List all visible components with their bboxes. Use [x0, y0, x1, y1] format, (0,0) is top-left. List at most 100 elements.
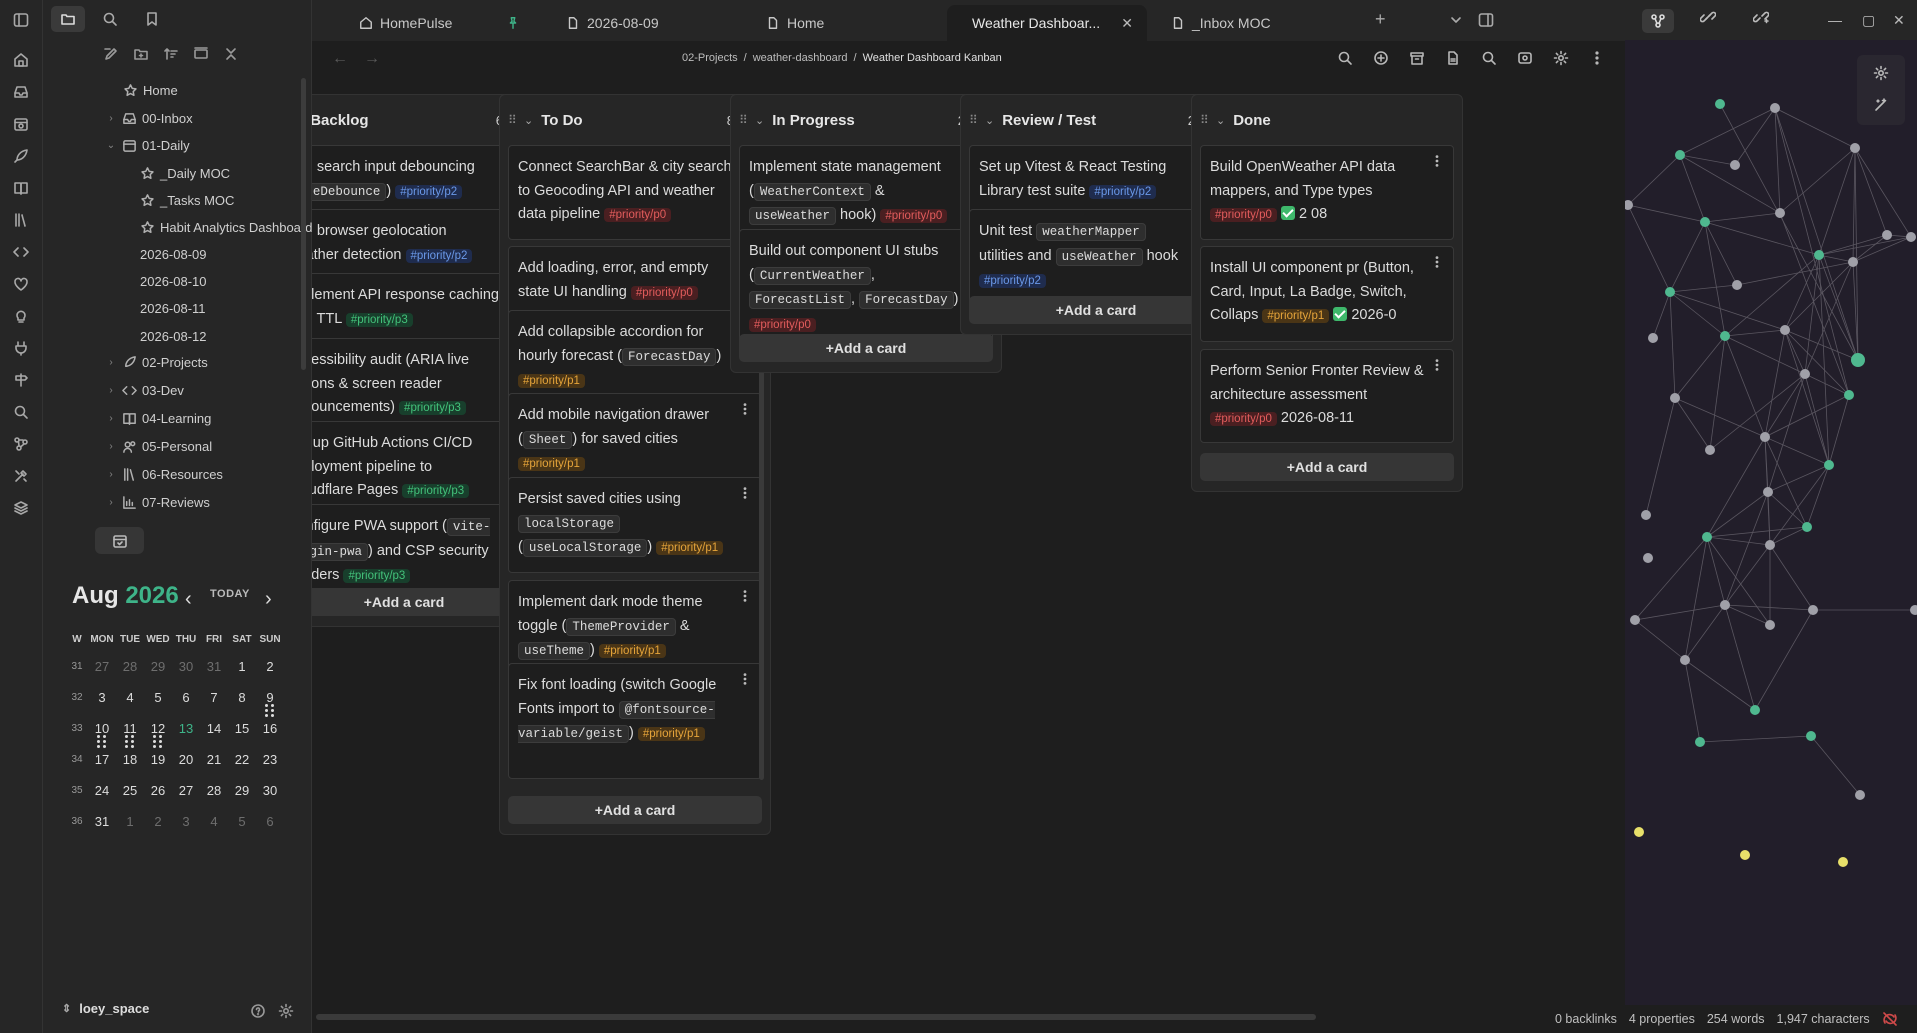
graph-node[interactable] — [1641, 510, 1651, 520]
markdown-view-icon[interactable] — [1445, 50, 1461, 66]
back-arrow-icon[interactable]: ← — [332, 50, 348, 68]
chevron-right-icon[interactable]: › — [105, 497, 117, 508]
kanban-card[interactable]: Unit test weatherMapper utilities and us… — [969, 209, 1223, 305]
calendar-view-button[interactable] — [95, 527, 144, 554]
auto-reveal-icon[interactable] — [193, 46, 209, 62]
search-icon[interactable] — [11, 402, 31, 422]
chevron-down-icon[interactable]: ⌄ — [105, 140, 117, 151]
graph-node[interactable] — [1750, 705, 1760, 715]
tree-item-01-daily[interactable]: ⌄ 01-Daily — [105, 134, 190, 156]
tab-list-chevron-icon[interactable] — [1448, 12, 1464, 28]
drag-handle-icon[interactable]: ⠿ — [508, 113, 520, 127]
drag-handle-icon[interactable]: ⠿ — [969, 113, 981, 127]
lane-header[interactable]: ⠿ ⌄ Done — [1192, 95, 1462, 145]
lane-title[interactable]: Backlog — [312, 112, 496, 129]
calendar-day[interactable]: 31 — [200, 659, 228, 674]
calendar-day[interactable]: 6 — [256, 814, 284, 829]
kanban-card[interactable]: Set up Vitest & React Testing Library te… — [969, 145, 1223, 215]
calendar-day[interactable]: 31 — [88, 814, 116, 829]
code-icon[interactable] — [11, 242, 31, 262]
add-card-button[interactable]: +Add a card — [739, 334, 993, 362]
card-more-icon[interactable] — [738, 486, 752, 500]
graph-node[interactable] — [1838, 857, 1848, 867]
priority-tag[interactable]: #priority/p2 — [405, 248, 473, 263]
chevron-right-icon[interactable]: › — [105, 113, 117, 124]
calendar-day[interactable]: 4 — [200, 814, 228, 829]
status-backlinks[interactable]: 0 backlinks — [1555, 1012, 1617, 1026]
kanban-card[interactable]: Connect SearchBar & city search to Geoco… — [508, 145, 762, 240]
kanban-card[interactable]: Implement dark mode theme toggle (ThemeP… — [508, 580, 762, 675]
graph-node[interactable] — [1648, 333, 1658, 343]
graph-node[interactable] — [1765, 540, 1775, 550]
calendar-clock-icon[interactable] — [11, 114, 31, 134]
graph-canvas[interactable] — [1625, 0, 1917, 1005]
drag-handle-icon[interactable]: ⠿ — [739, 113, 751, 127]
calendar-day[interactable]: 9 — [256, 690, 284, 717]
graph-node[interactable] — [1824, 460, 1834, 470]
lane-title[interactable]: To Do — [541, 112, 727, 129]
sidebar-scrollbar[interactable] — [301, 78, 306, 370]
add-card-button[interactable]: +Add a card — [508, 796, 762, 824]
calendar-day[interactable]: 30 — [172, 659, 200, 674]
tree-item-2026-08-12[interactable]: 2026-08-12 — [140, 325, 207, 347]
graph-node[interactable] — [1808, 605, 1818, 615]
tab-pinned[interactable] — [492, 5, 532, 41]
tree-item-tasks-moc[interactable]: _Tasks MOC — [140, 189, 234, 211]
graph-node[interactable] — [1848, 257, 1858, 267]
graph-node[interactable] — [1732, 280, 1742, 290]
priority-tag[interactable]: #priority/p3 — [343, 569, 411, 583]
minimize-window-icon[interactable]: — — [1828, 12, 1842, 28]
outgoing-links-tab-icon[interactable] — [1753, 9, 1769, 25]
network-icon[interactable] — [11, 434, 31, 454]
forward-arrow-icon[interactable]: → — [364, 50, 380, 68]
priority-tag[interactable]: #priority/p0 — [630, 285, 698, 300]
calendar-day[interactable]: 1 — [116, 814, 144, 829]
graph-node[interactable] — [1700, 217, 1710, 227]
files-tab-icon[interactable] — [51, 6, 85, 32]
calendar-week-number[interactable]: 34 — [66, 754, 88, 765]
graph-node[interactable] — [1882, 230, 1892, 240]
priority-tag[interactable]: #priority/p1 — [637, 727, 705, 741]
chevron-right-icon[interactable]: › — [105, 441, 117, 452]
graph-node[interactable] — [1695, 737, 1705, 747]
calendar-day[interactable]: 28 — [200, 783, 228, 798]
status-properties[interactable]: 4 properties — [1629, 1012, 1695, 1026]
calendar-day[interactable]: 18 — [116, 752, 144, 767]
calendar-day[interactable]: 15 — [228, 721, 256, 736]
tree-item-habit-analytics-dashboard[interactable]: Habit Analytics Dashboard — [140, 216, 312, 238]
priority-tag[interactable]: #priority/p1 — [518, 374, 585, 388]
close-window-icon[interactable]: ✕ — [1893, 12, 1905, 29]
graph-node[interactable] — [1806, 731, 1816, 741]
right-sidebar-toggle-icon[interactable] — [1478, 12, 1494, 28]
priority-tag[interactable]: #priority/p3 — [345, 312, 413, 327]
calendar-day[interactable]: 8 — [228, 690, 256, 705]
kanban-card[interactable]: Add loading, error, and empty state UI h… — [508, 246, 762, 316]
graph-node[interactable] — [1800, 369, 1810, 379]
calendar-day[interactable]: 23 — [256, 752, 284, 767]
calendar-day[interactable]: 22 — [228, 752, 256, 767]
rocket-icon[interactable] — [11, 146, 31, 166]
tree-item-home[interactable]: Home — [123, 79, 178, 101]
archive-icon[interactable] — [1409, 50, 1425, 66]
collapse-lane-chevron-icon[interactable]: ⌄ — [985, 114, 994, 127]
calendar-day[interactable]: 28 — [116, 659, 144, 674]
kanban-card[interactable]: Persist saved cities using localStorage … — [508, 477, 762, 573]
calendar-week-number[interactable]: 32 — [66, 692, 88, 703]
graph-node[interactable] — [1855, 790, 1865, 800]
kanban-card[interactable]: Fix font loading (switch Google Fonts im… — [508, 663, 762, 779]
chevron-right-icon[interactable]: › — [105, 385, 117, 396]
new-tab-icon[interactable]: + — [1375, 9, 1386, 30]
lane-title[interactable]: Done — [1233, 112, 1454, 129]
priority-tag[interactable]: #priority/p1 — [598, 644, 666, 658]
lane-title[interactable]: In Progress — [772, 112, 958, 129]
chevron-right-icon[interactable]: › — [105, 413, 117, 424]
tree-item-2026-08-10[interactable]: 2026-08-10 — [140, 270, 207, 292]
graph-node[interactable] — [1780, 325, 1790, 335]
calendar-day[interactable]: 2 — [256, 659, 284, 674]
calendar-week-number[interactable]: 35 — [66, 785, 88, 796]
kanban-card[interactable]: Build OpenWeather API data mappers, and … — [1200, 145, 1454, 240]
graph-node[interactable] — [1851, 353, 1865, 367]
tree-item-03-dev[interactable]: › 03-Dev — [105, 379, 184, 401]
graph-node[interactable] — [1715, 99, 1725, 109]
breadcrumb-current[interactable]: Weather Dashboard Kanban — [863, 52, 1002, 64]
